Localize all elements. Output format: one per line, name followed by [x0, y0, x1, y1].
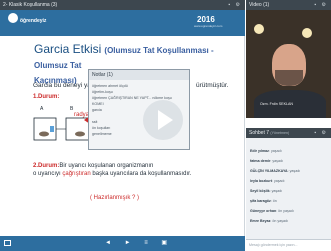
chat-input-placeholder: Mesajı göndermek için yazın... [249, 243, 298, 247]
video-titlebar: Video (1) ▪ ⚙ [246, 0, 331, 10]
play-icon[interactable] [158, 110, 173, 130]
fullscreen-icon[interactable] [4, 240, 11, 246]
user-row[interactable]: şifa karagöz: ön [250, 196, 328, 206]
light-bulb-icon-2 [302, 28, 312, 38]
durum2-text-b: o uyarıcıyı [33, 171, 61, 177]
app-window: 2- Klasik Koşullanma (3) ▪ ⚙ öğrendeyiz … [0, 0, 331, 251]
durum2-paragraph: 2.Durum:Bir uyarıcı koşulanan organizman… [33, 162, 233, 178]
users-subtitle: (Yönetmen) [270, 131, 290, 135]
slide-year: 2016 [197, 15, 215, 24]
presentation-title: 2- Klasik Koşullanma (3) [3, 2, 58, 8]
user-row[interactable]: GÜLÇİN YILMAZKAYA: yaşadı [250, 166, 328, 176]
user-row[interactable]: Güneyye orhan: ön yaşadı [250, 206, 328, 216]
user-row[interactable]: Seyil köşlik: yaşadı [250, 186, 328, 196]
durum1-heading: 1.Durum: [33, 94, 60, 100]
presentation-window-controls[interactable]: ▪ ⚙ [228, 0, 242, 10]
users-window-controls[interactable]: ▪ ⚙ [314, 128, 328, 138]
users-title: Sohbet 7 [249, 130, 270, 136]
user-row[interactable]: Edir yılmaz: yaşadı [250, 146, 328, 156]
users-titlebar: Sohbet 7 (Yönetmen) ▪ ⚙ [246, 128, 331, 138]
durum2-text-c: başka uyarıcılara da koşullanmasıdır. [92, 171, 192, 177]
presenter-caption: Ozm. Frdin SEKLAN [260, 102, 293, 106]
rat-icon-2 [75, 131, 85, 137]
durum2-text-a: Bir uyarıcı koşulanan organizmanın [59, 163, 154, 169]
slide-paragraph: Garcia bu deneyi ya [33, 82, 91, 89]
video-title: Video (1) [249, 2, 270, 8]
presenter-beard [275, 70, 303, 86]
notes-popup-title: Notlar (1) [89, 70, 189, 80]
user-row[interactable]: leyla bozkurt: yaşadı [250, 176, 328, 186]
durum1-label: 1.Durum: [33, 94, 59, 100]
logo-text: öğrendeyiz [20, 18, 47, 24]
presentation-titlebar: 2- Klasik Koşullanma (3) ▪ ⚙ [0, 0, 245, 10]
slide-paragraph-end: ürütmüştür. [196, 82, 229, 89]
slide-title-main: Garcia Etkisi [34, 42, 102, 56]
user-list: Edir yılmaz: yaşadı fatma demir: yaşadı … [250, 146, 328, 226]
diagram-label-a: A [40, 106, 44, 112]
diagram-label-b: B [70, 106, 74, 112]
user-row[interactable]: Emre Beyaz: ön yaşadı [250, 216, 328, 226]
users-panel: Edir yılmaz: yaşadı fatma demir: yaşadı … [246, 138, 331, 251]
slide-navigation-buttons[interactable]: ◄ ► ≡ ▣ [105, 239, 173, 246]
webcam-video[interactable]: Ozm. Frdin SEKLAN [246, 10, 331, 118]
durum2-highlight: çağrıştıran [62, 171, 91, 177]
durum2-heading: 2.Durum: [33, 163, 60, 169]
rat-icon [39, 131, 49, 137]
hazirlanmisik-label: ( Hazırlanmışık ? ) [90, 195, 140, 201]
light-bulb-icon [254, 24, 264, 34]
presentation-panel: 2- Klasik Koşullanma (3) ▪ ⚙ öğrendeyiz … [0, 0, 245, 251]
slide-website: www.ogrendeyiz.com [194, 24, 223, 28]
water-bottle-icon [50, 126, 54, 132]
logo-icon [8, 13, 18, 23]
user-row[interactable]: fatma demir: yaşadı [250, 156, 328, 166]
video-window-controls[interactable]: ▪ ⚙ [314, 0, 328, 10]
chat-input[interactable]: Mesajı göndermek için yazın... [246, 239, 331, 251]
